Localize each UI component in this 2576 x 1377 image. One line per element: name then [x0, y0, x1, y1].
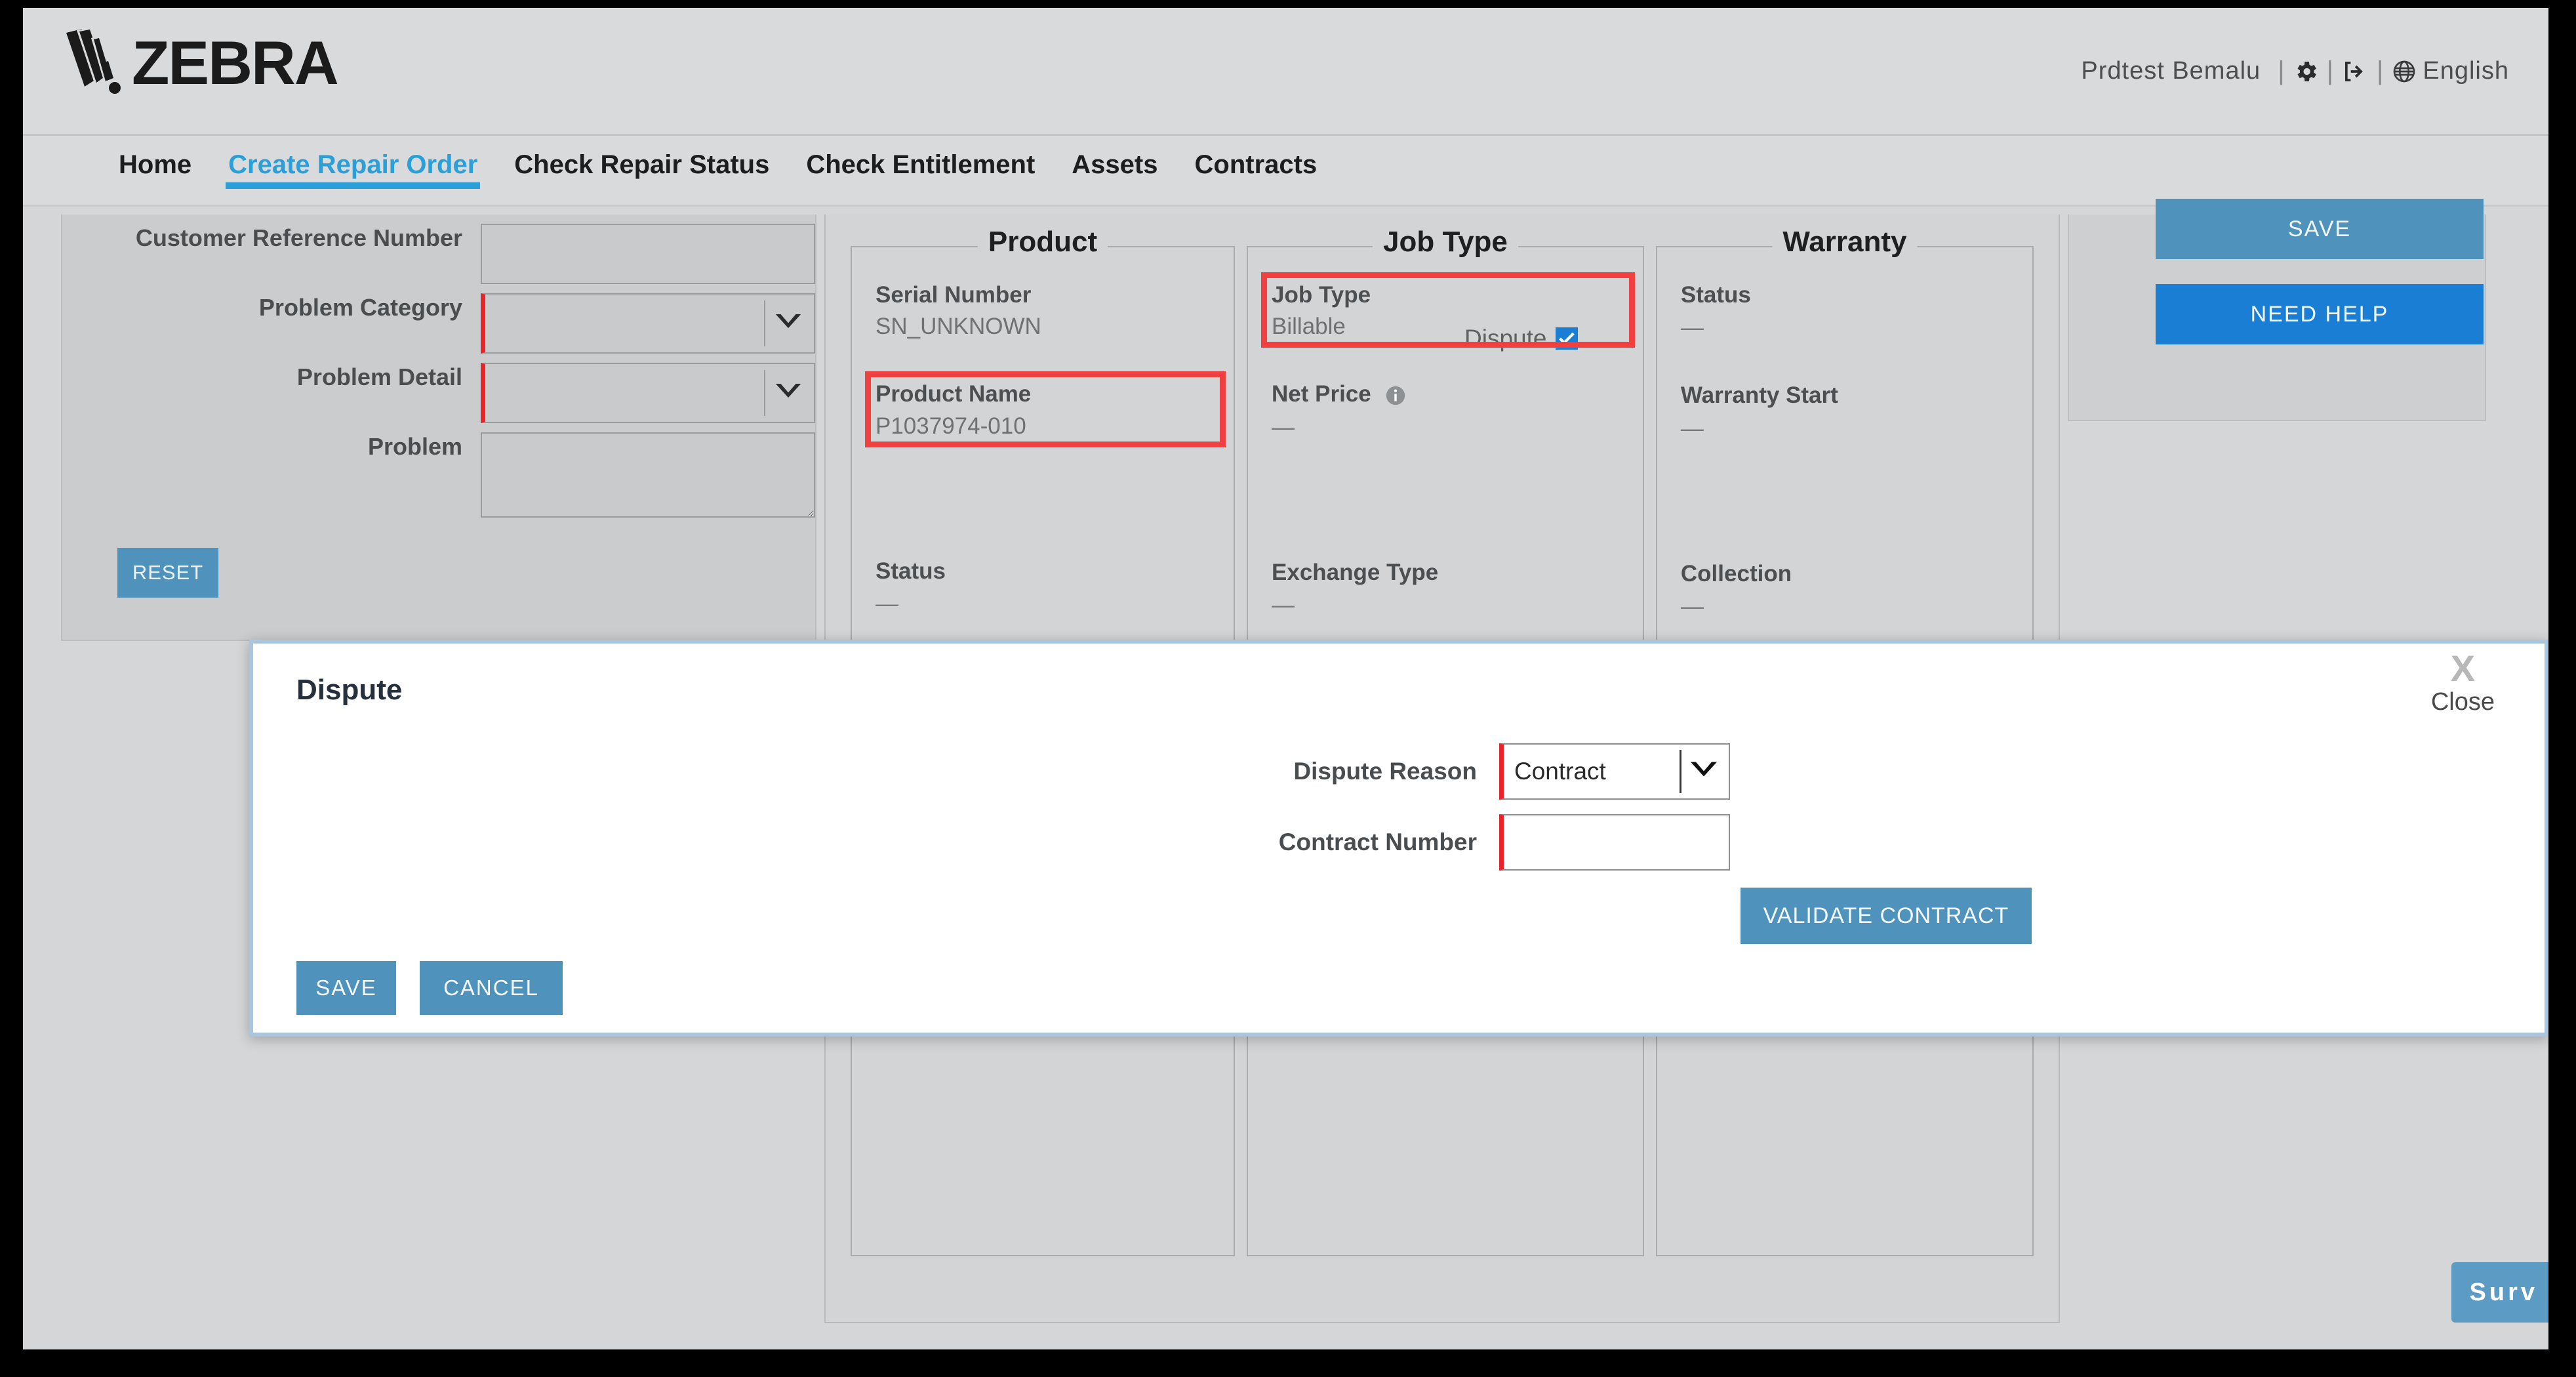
repair-order-form-panel: Customer Reference Number Problem Catego…: [61, 215, 816, 641]
problem-category-label: Problem Category: [258, 294, 462, 321]
page-body: Customer Reference Number Problem Catego…: [23, 199, 2548, 1347]
contract-number-label: Contract Number: [1278, 829, 1477, 855]
job-type-label: Job Type: [1272, 282, 1371, 308]
nav-item-create-repair-order[interactable]: Create Repair Order: [210, 136, 496, 189]
modal-title: Dispute: [296, 674, 403, 706]
dispute-modal: Dispute X Close Dispute Reason Contract …: [249, 640, 2548, 1037]
contract-number-input[interactable]: [1499, 814, 1730, 871]
chevron-down-icon: [1688, 759, 1720, 785]
chevron-down-icon: [773, 381, 803, 405]
product-serial-number: Serial Number SN_UNKNOWN: [875, 281, 1214, 340]
problem-detail-label: Problem Detail: [296, 363, 462, 390]
app-header: ZEBRA Prdtest Bemalu | | | English: [23, 8, 2548, 136]
survey-tab[interactable]: Surv: [2451, 1262, 2548, 1323]
serial-number-value: SN_UNKNOWN: [875, 314, 1041, 340]
zebra-logo[interactable]: ZEBRA: [62, 26, 339, 100]
product-status-value: —: [875, 590, 898, 617]
header-divider-3: |: [2376, 56, 2384, 85]
net-price-label-text: Net Price: [1272, 381, 1371, 407]
warranty-status-label: Status: [1680, 282, 1751, 308]
problem-description-label: Problem: [367, 433, 462, 460]
warranty-start: Warranty Start —: [1681, 382, 2013, 442]
contract-number-row: Contract Number: [1217, 814, 1730, 871]
warranty-start-label: Warranty Start: [1680, 382, 1838, 409]
user-name: Prdtest Bemalu: [2081, 57, 2261, 85]
modal-save-button[interactable]: SAVE: [296, 961, 396, 1015]
validate-contract-button[interactable]: VALIDATE CONTRACT: [1741, 888, 2032, 944]
warranty-legend: Warranty: [1772, 226, 1918, 258]
exchange-type-value: —: [1272, 592, 1295, 618]
save-button[interactable]: SAVE: [2156, 199, 2484, 259]
product-legend: Product: [977, 226, 1108, 258]
globe-icon[interactable]: [2391, 58, 2417, 85]
serial-number-label: Serial Number: [875, 282, 1032, 308]
dispute-reason-row: Dispute Reason Contract: [1217, 743, 1730, 800]
logout-icon[interactable]: [2341, 58, 2369, 85]
info-icon[interactable]: [1384, 384, 1407, 407]
gear-icon[interactable]: [2293, 58, 2319, 85]
product-name-value: P1037974-010: [875, 413, 1026, 439]
nav-item-home[interactable]: Home: [100, 136, 210, 180]
warranty-start-value: —: [1680, 415, 1704, 442]
select-divider: [1680, 750, 1681, 793]
product-name-label: Product Name: [875, 381, 1032, 407]
nav-item-check-repair-status[interactable]: Check Repair Status: [496, 136, 788, 180]
nav-item-contracts[interactable]: Contracts: [1177, 136, 1336, 180]
nav-item-assets[interactable]: Assets: [1053, 136, 1176, 180]
need-help-button[interactable]: NEED HELP: [2156, 284, 2484, 344]
dispute-reason-value: Contract: [1514, 758, 1606, 785]
dispute-reason-select[interactable]: Contract: [1499, 743, 1730, 800]
job-type-legend: Job Type: [1373, 226, 1518, 258]
brand-text: ZEBRA: [132, 28, 339, 97]
problem-description-textarea[interactable]: [481, 432, 815, 518]
field-problem-category: Problem Category: [62, 293, 815, 354]
net-price: Net Price —: [1272, 380, 1623, 440]
net-price-value: —: [1272, 414, 1295, 440]
select-divider: [764, 370, 765, 416]
warranty-status: Status —: [1681, 281, 2013, 341]
problem-detail-select[interactable]: [481, 363, 815, 423]
job-type-value-block: Job Type Billable: [1261, 272, 1635, 348]
nav-item-check-entitlement[interactable]: Check Entitlement: [788, 136, 1053, 180]
reset-button[interactable]: RESET: [117, 548, 218, 598]
customer-reference-number-input[interactable]: [481, 224, 815, 284]
problem-category-select[interactable]: [481, 293, 815, 354]
modal-cancel-button[interactable]: CANCEL: [420, 961, 563, 1015]
product-name: Product Name P1037974-010: [864, 371, 1226, 447]
close-icon: X: [2450, 647, 2476, 689]
field-problem-description: Problem: [62, 432, 815, 521]
app-window: ZEBRA Prdtest Bemalu | | | English Home …: [23, 8, 2548, 1349]
header-divider-1: |: [2278, 56, 2285, 85]
job-type-value: Billable: [1272, 314, 1346, 340]
exchange-type-label: Exchange Type: [1272, 559, 1439, 585]
collection-label: Collection: [1680, 560, 1792, 586]
customer-reference-number-label: Customer Reference Number: [135, 224, 462, 251]
warranty-collection: Collection —: [1681, 560, 2013, 620]
language-label[interactable]: English: [2423, 57, 2509, 85]
collection-value: —: [1680, 593, 1704, 619]
net-price-label: Net Price: [1272, 380, 1623, 407]
product-status-label: Status: [875, 558, 946, 584]
header-account-area: Prdtest Bemalu | | | English: [2081, 56, 2509, 86]
header-divider-2: |: [2326, 56, 2333, 85]
action-panel: SAVE NEED HELP: [2068, 199, 2486, 421]
field-problem-detail: Problem Detail: [62, 363, 815, 423]
chevron-down-icon: [773, 312, 803, 336]
close-label: Close: [2430, 688, 2495, 716]
dispute-reason-label: Dispute Reason: [1293, 758, 1477, 785]
zebra-mark-icon: [62, 26, 128, 100]
product-status: Status —: [875, 558, 1214, 617]
exchange-type: Exchange Type —: [1272, 559, 1623, 619]
close-button[interactable]: X Close: [2431, 650, 2495, 716]
warranty-status-value: —: [1680, 315, 1704, 341]
main-navigation: Home Create Repair Order Check Repair St…: [23, 136, 2548, 207]
select-divider: [764, 300, 765, 346]
field-customer-reference-number: Customer Reference Number: [62, 224, 815, 284]
